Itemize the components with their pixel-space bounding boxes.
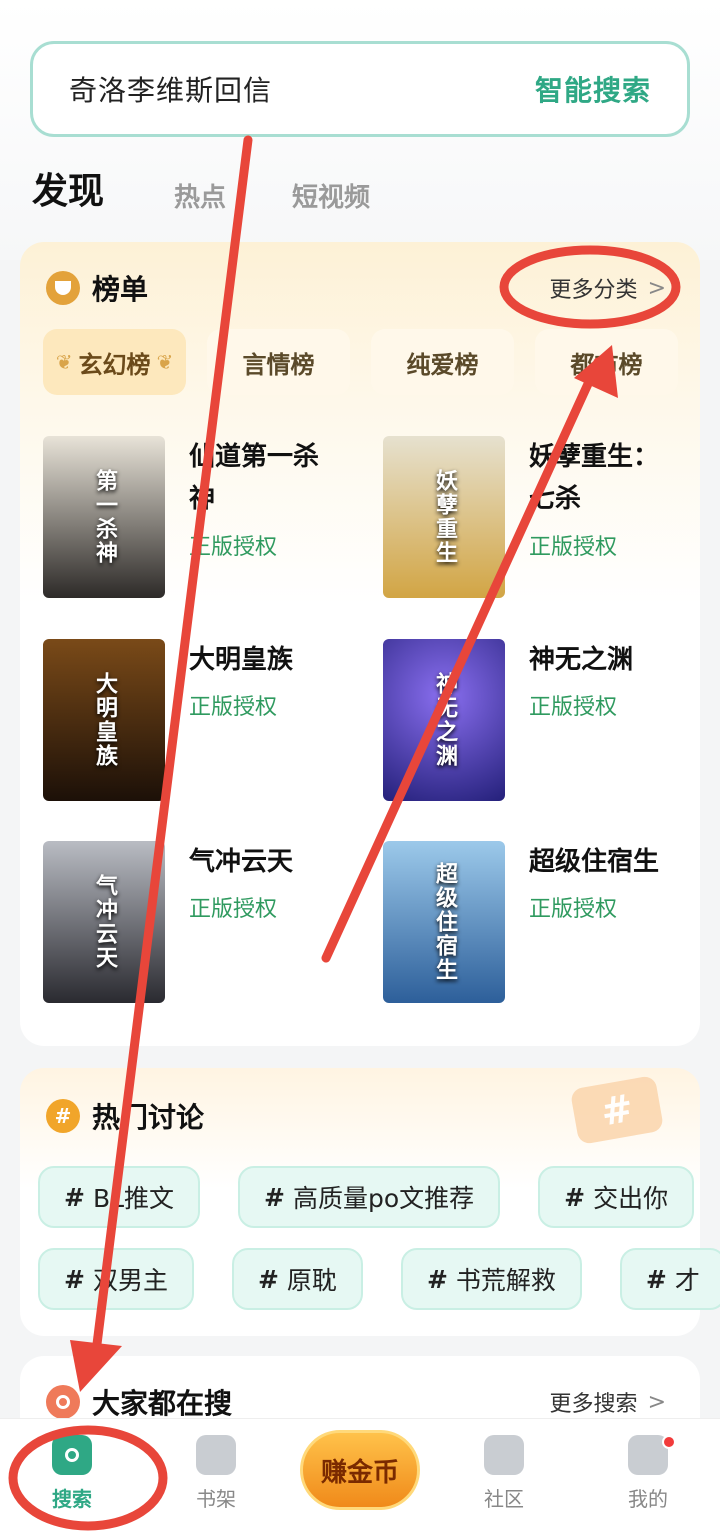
book-item[interactable]: 超级住宿生 超级住宿生 正版授权	[383, 841, 703, 1006]
earn-coins-button[interactable]: 赚金币	[300, 1430, 420, 1510]
nav-mine[interactable]: 我的	[598, 1435, 698, 1512]
book-title[interactable]: 仙道第一杀神	[189, 436, 339, 520]
search-query[interactable]: 奇洛李维斯回信	[69, 69, 272, 109]
search-bar[interactable]: 奇洛李维斯回信 智能搜索	[30, 41, 690, 137]
hashtag-decoration-icon: #	[569, 1074, 665, 1146]
book-cover[interactable]: 大明皇族	[43, 639, 165, 801]
hot-discussion-header: # 热门讨论	[46, 1096, 204, 1136]
hot-discussion-card: # # 热门讨论 # BL推文 # 高质量po文推荐 # 交出你 # 双男主 # 原耽 #…	[20, 1068, 720, 1336]
tab-short-video[interactable]: 短视频	[292, 177, 370, 214]
more-categories-link[interactable]: 更多分类 >	[550, 272, 666, 304]
topic-row-2: # 双男主 # 原耽 # 书荒解救 # 才	[38, 1248, 720, 1310]
search-nav-icon	[52, 1435, 92, 1475]
everyone-searching-title: 大家都在搜	[92, 1387, 233, 1420]
book-item[interactable]: 神无之渊 神无之渊 正版授权	[383, 639, 703, 804]
category-label: 纯爱榜	[406, 350, 479, 379]
nav-bookshelf[interactable]: 书架	[166, 1435, 266, 1512]
category-urban[interactable]: 都市榜	[535, 329, 678, 395]
topic-chip[interactable]: # 双男主	[38, 1248, 194, 1310]
book-license-tag: 正版授权	[189, 535, 278, 560]
nav-label: 我的	[628, 1487, 668, 1511]
book-cover[interactable]: 神无之渊	[383, 639, 505, 801]
smart-search-button[interactable]: 智能搜索	[535, 69, 651, 109]
topic-chip[interactable]: # 才	[619, 1248, 720, 1310]
book-item[interactable]: 第一杀神 仙道第一杀神 正版授权	[43, 436, 363, 601]
top-tabs: 发现 热点 短视频	[32, 162, 436, 214]
book-cover[interactable]: 超级住宿生	[383, 841, 505, 1003]
topic-chip[interactable]: # 原耽	[231, 1248, 363, 1310]
ranking-title: 榜单	[92, 273, 149, 306]
category-label: 都市榜	[570, 350, 643, 379]
book-title[interactable]: 妖孽重生：七杀	[529, 436, 679, 520]
topic-chip[interactable]: # 高质量po文推荐	[238, 1166, 501, 1228]
nav-community[interactable]: 社区	[454, 1435, 554, 1512]
category-tabs: ❦ 玄幻榜 ❦ 言情榜 纯爱榜 都市榜	[43, 329, 699, 395]
category-romance[interactable]: 言情榜	[207, 329, 350, 395]
more-categories-label: 更多分类	[549, 278, 638, 303]
book-title[interactable]: 大明皇族	[189, 639, 339, 681]
more-search-label: 更多搜索	[549, 1392, 638, 1417]
ranking-header: 榜单	[46, 268, 148, 308]
tab-hot[interactable]: 热点	[174, 177, 226, 214]
book-title[interactable]: 超级住宿生	[529, 841, 679, 883]
book-cover[interactable]: 第一杀神	[43, 436, 165, 598]
notification-dot	[662, 1435, 676, 1449]
topic-chip[interactable]: # 交出你	[538, 1166, 695, 1228]
book-title[interactable]: 神无之渊	[529, 639, 679, 681]
category-xuanhuan[interactable]: ❦ 玄幻榜 ❦	[43, 329, 186, 395]
category-bl[interactable]: 纯爱榜	[371, 329, 514, 395]
topic-row-1: # BL推文 # 高质量po文推荐 # 交出你	[38, 1166, 720, 1228]
search-icon	[46, 1385, 80, 1419]
book-title[interactable]: 气冲云天	[189, 841, 339, 883]
nav-label: 社区	[484, 1487, 524, 1511]
laurel-right-icon: ❦	[156, 350, 174, 374]
bookshelf-icon	[196, 1435, 236, 1475]
ranking-card: 榜单 更多分类 > ❦ 玄幻榜 ❦ 言情榜 纯爱榜 都市榜 第一杀神 仙道第一杀…	[20, 242, 700, 1046]
everyone-searching-header: 大家都在搜	[46, 1382, 232, 1422]
chevron-right-icon: >	[647, 1389, 666, 1415]
topic-chip[interactable]: # 书荒解救	[400, 1248, 582, 1310]
earn-coins-label: 赚金币	[320, 1457, 399, 1488]
book-cover[interactable]: 妖孽重生	[383, 436, 505, 598]
nav-label: 搜索	[52, 1487, 92, 1511]
category-label: 言情榜	[242, 350, 315, 379]
book-license-tag: 正版授权	[189, 897, 278, 922]
tab-discover[interactable]: 发现	[32, 162, 105, 214]
more-search-link[interactable]: 更多搜索 >	[550, 1386, 666, 1418]
book-license-tag: 正版授权	[529, 695, 618, 720]
nav-search[interactable]: 搜索	[22, 1435, 122, 1512]
category-label: 玄幻榜	[78, 350, 151, 379]
community-icon	[484, 1435, 524, 1475]
hashtag-icon: #	[46, 1099, 80, 1133]
book-item[interactable]: 大明皇族 大明皇族 正版授权	[43, 639, 363, 804]
book-license-tag: 正版授权	[189, 695, 278, 720]
book-license-tag: 正版授权	[529, 535, 618, 560]
topic-chip[interactable]: # BL推文	[38, 1166, 201, 1228]
trophy-icon	[46, 271, 80, 305]
book-license-tag: 正版授权	[529, 897, 618, 922]
laurel-left-icon: ❦	[55, 350, 73, 374]
book-item[interactable]: 气冲云天 气冲云天 正版授权	[43, 841, 363, 1006]
book-item[interactable]: 妖孽重生 妖孽重生：七杀 正版授权	[383, 436, 703, 601]
chevron-right-icon: >	[647, 275, 666, 301]
hot-discussion-title: 热门讨论	[92, 1101, 205, 1134]
nav-label: 书架	[196, 1487, 236, 1511]
book-cover[interactable]: 气冲云天	[43, 841, 165, 1003]
